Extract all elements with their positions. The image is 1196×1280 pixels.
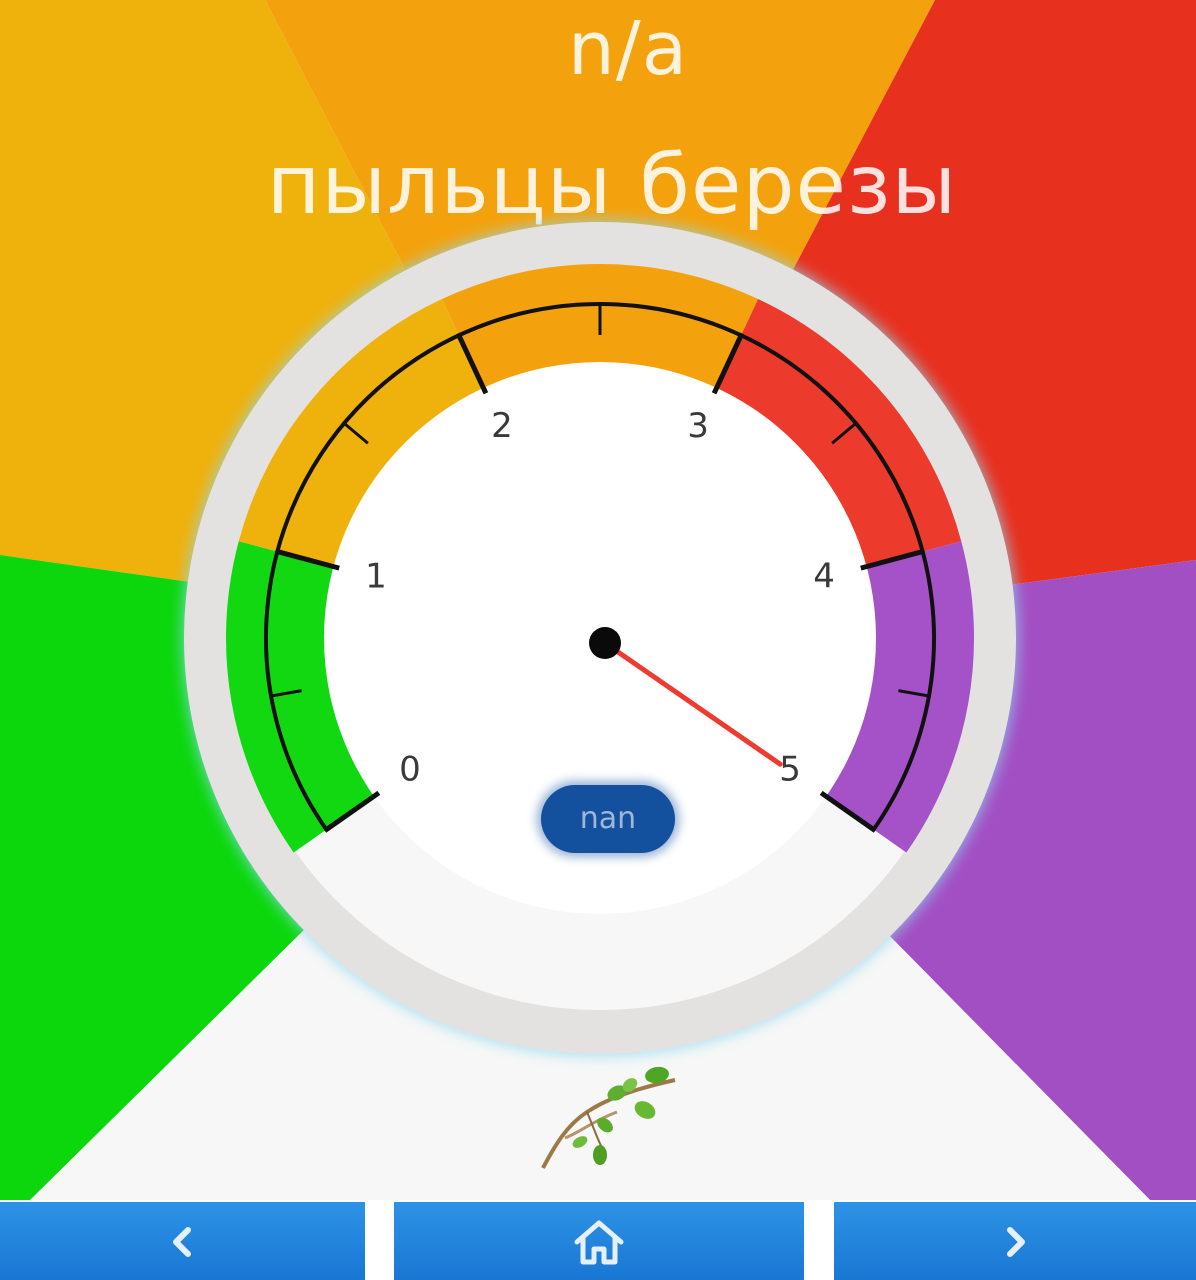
gauge-number-0: 0 <box>399 750 421 790</box>
gauge-number-5: 5 <box>779 750 801 790</box>
chevron-right-icon <box>1007 1227 1025 1257</box>
bottom-navigation <box>0 1200 1196 1280</box>
home-icon <box>574 1220 624 1265</box>
previous-button[interactable] <box>0 1202 365 1280</box>
gauge-number-2: 2 <box>491 406 513 446</box>
next-button[interactable] <box>834 1202 1196 1280</box>
gauge-number-3: 3 <box>687 406 709 446</box>
gauge-number-4: 4 <box>813 556 835 596</box>
home-button[interactable] <box>394 1202 804 1280</box>
gauge-pivot <box>589 627 621 659</box>
chevron-left-icon <box>172 1227 191 1257</box>
pollen-screen: n/a пыльцы березы 012345 nan <box>0 0 1196 1280</box>
reading-badge: nan <box>541 785 675 853</box>
birch-branch-icon <box>541 1066 676 1169</box>
gauge-number-1: 1 <box>365 556 387 596</box>
